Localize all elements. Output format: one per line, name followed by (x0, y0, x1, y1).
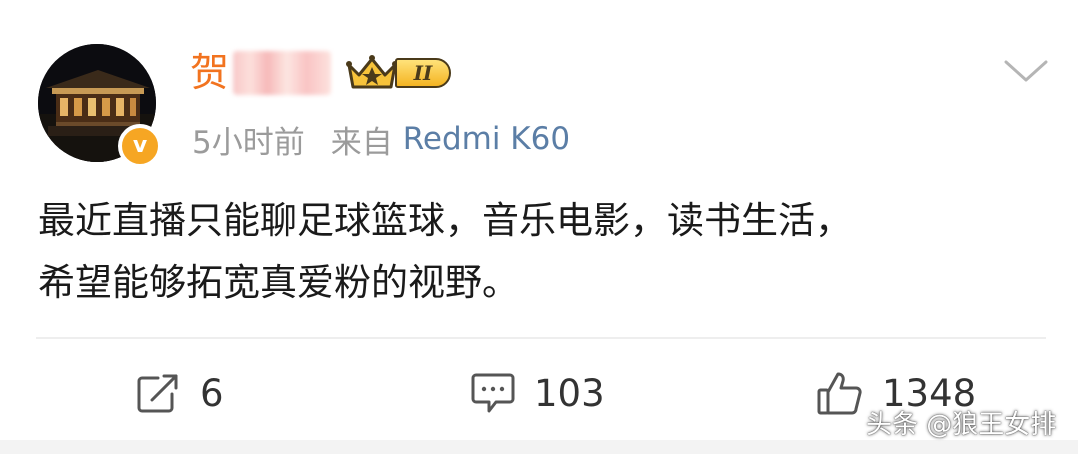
chevron-down-icon[interactable] (1002, 56, 1050, 86)
vip-level-label: II (413, 61, 433, 85)
vip-badge[interactable]: II (345, 53, 452, 93)
verified-icon: v (132, 133, 148, 158)
comment-button[interactable]: 103 (470, 366, 605, 420)
source-link[interactable]: Redmi K60 (403, 121, 570, 157)
weibo-post: v 贺 II 5小时前 来自 Redmi K60 最近直播只能聊足球篮球，音乐电… (0, 0, 1078, 454)
comment-count: 103 (534, 371, 605, 415)
vip-level-tag: II (395, 58, 452, 88)
avatar[interactable]: v (38, 44, 162, 168)
crown-icon (346, 55, 399, 89)
repost-count: 6 (200, 371, 224, 415)
post-meta: 5小时前 来自 Redmi K60 (192, 116, 570, 162)
source-prefix: 来自 (330, 124, 393, 161)
author-row: 贺 II (190, 45, 452, 101)
post-content: 最近直播只能聊足球篮球，音乐电影，读书生活， 希望能够拓宽真爱粉的视野。 (38, 190, 1048, 314)
post-content-line: 希望能够拓宽真爱粉的视野。 (38, 261, 519, 304)
bottom-strip (0, 440, 1078, 454)
blurred-name-part (233, 51, 332, 95)
post-content-line: 最近直播只能聊足球篮球，音乐电影，读书生活， (38, 199, 852, 242)
author-name[interactable]: 贺 (190, 54, 229, 93)
divider (36, 337, 1046, 339)
post-time: 5小时前 (192, 124, 305, 161)
watermark: 头条 @狼王女排 (866, 410, 1057, 440)
verified-badge: v (118, 124, 162, 168)
repost-button[interactable]: 6 (136, 366, 224, 420)
thumbs-up-icon (817, 372, 862, 415)
comment-icon (471, 373, 515, 413)
repost-icon (137, 374, 178, 413)
